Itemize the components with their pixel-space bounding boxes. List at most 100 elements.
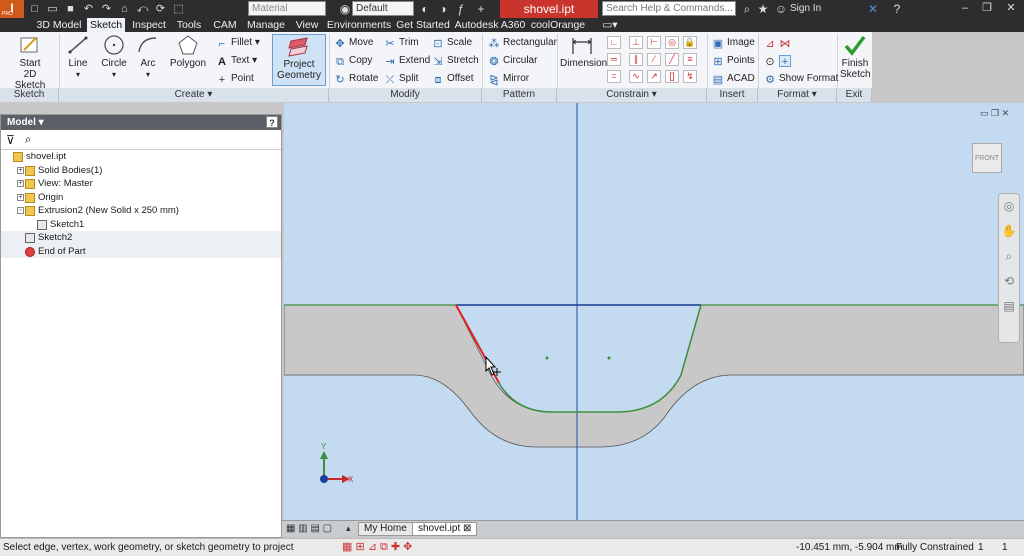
mirror-button[interactable]: ⧎ Mirror <box>488 72 529 86</box>
close-icon[interactable]: ✕ <box>1004 1 1018 16</box>
tree-node[interactable]: - Extrusion2 (New Solid x 250 mm) <box>1 204 281 218</box>
scale-button[interactable]: ⊡ Scale <box>432 36 472 50</box>
copy-button[interactable]: ⧉ Copy <box>334 54 372 68</box>
points-button[interactable]: ⊞ Points <box>712 54 754 68</box>
status-tools-icons[interactable]: ▦ ⊞ ⊿ ⧉ ✚ ✥ <box>342 539 412 556</box>
return-icon[interactable]: ⤺ <box>136 3 149 16</box>
polygon-button[interactable]: Polygon <box>168 34 208 69</box>
sketch-view[interactable]: Y X <box>284 103 1024 520</box>
tab-autodesk-a360[interactable]: Autodesk A360 <box>454 18 526 32</box>
tab-scroll-icon[interactable]: ▴ <box>346 523 351 534</box>
panel-title-create[interactable]: Create ▾ <box>59 88 329 102</box>
rectangular-pattern-button[interactable]: ⁂ Rectangular <box>488 36 557 50</box>
show-format-button[interactable]: ⚙ Show Format <box>764 72 838 86</box>
mirror-constraint-icon[interactable]: [] <box>665 70 679 83</box>
horizontal-icon[interactable]: ⊢ <box>647 36 661 49</box>
start-2d-sketch-button[interactable]: Start 2D Sketch <box>8 34 52 91</box>
tree-node[interactable]: + Origin <box>1 191 281 205</box>
undo-icon[interactable]: ↶ <box>82 3 95 16</box>
look-at-icon[interactable]: ▤ <box>999 294 1019 319</box>
construction-button[interactable]: ⊿ ⋈ <box>764 36 794 50</box>
sketch-point-2[interactable] <box>607 356 611 360</box>
ribbon-options-icon[interactable]: ▭▾ <box>600 18 620 32</box>
symmetric-icon[interactable]: ↗ <box>647 70 661 83</box>
save-icon[interactable]: ■ <box>64 3 77 16</box>
acad-button[interactable]: ▤ ACAD <box>712 72 755 86</box>
dimension-button[interactable]: Dimension <box>560 34 607 69</box>
tab-tools[interactable]: Tools <box>172 18 206 32</box>
move-button[interactable]: ✥ Move <box>334 36 373 50</box>
tangent-icon[interactable]: ═ <box>607 53 621 66</box>
redo-icon[interactable]: ↷ <box>100 3 113 16</box>
doc-tab-close-icon[interactable]: ⊠ <box>463 523 471 534</box>
fillet-button[interactable]: ⌐ Fillet ▾ <box>216 36 260 50</box>
appearance-icon[interactable]: ◉ <box>338 2 352 16</box>
tree-node[interactable]: + View: Master <box>1 177 281 191</box>
tile-icons[interactable]: ▦ ▥ ▤ ▢ <box>286 523 332 534</box>
expand-icon[interactable]: + <box>17 166 24 174</box>
tab-coolorange[interactable]: coolOrange <box>528 18 588 32</box>
restore-icon[interactable]: ❐ <box>980 1 994 16</box>
perpendicular-icon[interactable]: ⊥ <box>629 36 643 49</box>
offset-button[interactable]: ⧈ Offset <box>432 72 474 86</box>
tree-node[interactable]: shovel.ipt <box>1 150 281 164</box>
window-controls[interactable]: ▭ ❐ ✕ <box>980 108 1009 119</box>
extend-button[interactable]: ⇥ Extend <box>384 54 430 68</box>
point-button[interactable]: + Point <box>216 72 254 86</box>
stretch-button[interactable]: ⇲ Stretch <box>432 54 478 68</box>
filter-icon[interactable]: ⊽ <box>6 133 15 147</box>
new-icon[interactable]: □ <box>28 3 41 16</box>
center-point-button[interactable]: ⊙ + <box>764 54 794 68</box>
user-icon[interactable]: ☺ <box>774 2 788 16</box>
graphics-window[interactable]: Y X ▭ ❐ ✕ FRONT ◎ ✋ ⌕ ⟲ ▤ <box>284 103 1024 520</box>
smooth-icon[interactable]: ∿ <box>629 70 643 83</box>
tree-node[interactable]: + Solid Bodies(1) <box>1 164 281 178</box>
tab-cam[interactable]: CAM <box>208 18 242 32</box>
coincident-icon[interactable]: ∟ <box>607 36 621 49</box>
browser-header[interactable]: Model ▾? <box>1 115 281 130</box>
pan-icon[interactable]: ✋ <box>999 219 1019 244</box>
adjust-icon[interactable]: ◐ <box>418 2 432 16</box>
text-button[interactable]: A Text ▾ <box>216 54 257 68</box>
parallel-icon[interactable]: ∥ <box>629 53 643 66</box>
line-button[interactable]: Line ▾ <box>64 34 92 80</box>
tab-inspect[interactable]: Inspect <box>128 18 170 32</box>
sign-in-link[interactable]: Sign In <box>790 3 821 14</box>
expand-icon[interactable]: - <box>17 207 24 214</box>
tab-3d-model[interactable]: 3D Model <box>34 18 84 32</box>
fix-icon[interactable]: 🔒 <box>683 36 697 49</box>
appearance-select[interactable]: Default <box>352 1 414 16</box>
doc-tab-shovel[interactable]: shovel.ipt ⊠ <box>412 522 478 536</box>
vertical-icon[interactable]: ⁄ <box>647 53 661 66</box>
viewcube[interactable]: FRONT <box>972 143 1002 173</box>
project-geometry-button[interactable]: Project Geometry <box>272 34 326 86</box>
tab-manage[interactable]: Manage <box>244 18 288 32</box>
search-input[interactable]: Search Help & Commands... <box>602 1 736 16</box>
tab-sketch[interactable]: Sketch <box>87 18 125 32</box>
rotate-button[interactable]: ↻ Rotate <box>334 72 378 86</box>
minimize-icon[interactable]: – <box>958 1 972 16</box>
split-button[interactable]: ⤫ Split <box>384 72 419 86</box>
open-icon[interactable]: ▭ <box>46 3 59 16</box>
browser-help-icon[interactable]: ? <box>266 116 278 128</box>
tab-environments[interactable]: Environments <box>326 18 392 32</box>
arc-button[interactable]: Arc ▾ <box>134 34 162 80</box>
trim-button[interactable]: ✂ Trim <box>384 36 418 50</box>
circular-pattern-button[interactable]: ❂ Circular <box>488 54 537 68</box>
tab-get-started[interactable]: Get Started <box>394 18 452 32</box>
tab-view[interactable]: View <box>290 18 324 32</box>
collinear-icon[interactable]: ╱ <box>665 53 679 66</box>
image-button[interactable]: ▣ Image <box>712 36 755 50</box>
concentric-icon[interactable]: ◎ <box>665 36 679 49</box>
expand-icon[interactable]: + <box>17 180 24 187</box>
find-icon[interactable]: ⌕ <box>25 132 32 147</box>
orbit-icon[interactable]: ⟲ <box>999 269 1019 294</box>
update-icon[interactable]: ⟳ <box>154 3 167 16</box>
steering-wheel-icon[interactable]: ◎ <box>999 194 1019 219</box>
fx-icon[interactable]: ƒ <box>454 2 468 16</box>
select-icon[interactable]: ⬚ <box>172 3 185 16</box>
driven-dimension-icon[interactable]: + <box>779 55 791 68</box>
tree-node[interactable]: End of Part <box>1 244 281 258</box>
finish-sketch-button[interactable]: Finish Sketch <box>840 34 871 80</box>
circle-button[interactable]: Circle ▾ <box>98 34 130 80</box>
